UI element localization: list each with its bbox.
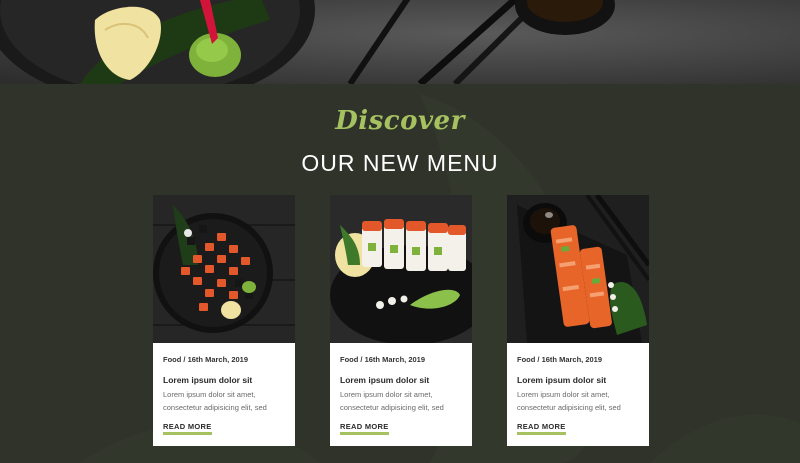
- card-image-sushi-platter[interactable]: [153, 195, 295, 343]
- card-title[interactable]: Lorem ipsum dolor sit: [163, 375, 286, 385]
- card-text: Lorem ipsum dolor sit amet, consectetur …: [517, 390, 621, 412]
- card-meta: Food / 16th March, 2019: [163, 355, 249, 364]
- card-title[interactable]: Lorem ipsum dolor sit: [340, 375, 463, 385]
- menu-card[interactable]: Food / 16th March, 2019 Lorem ipsum dolo…: [507, 195, 649, 446]
- menu-section: Discover OUR NEW MENU Food / 16th March,…: [0, 84, 800, 463]
- card-text: Lorem ipsum dolor sit amet, consectetur …: [340, 390, 444, 412]
- card-title[interactable]: Lorem ipsum dolor sit: [517, 375, 640, 385]
- section-script-title: Discover: [335, 106, 465, 136]
- hero-sushi-photo: [0, 0, 800, 84]
- card-image-sushi-rolls[interactable]: [330, 195, 472, 343]
- read-more-link[interactable]: READ MORE: [163, 422, 212, 435]
- read-more-link[interactable]: READ MORE: [340, 422, 389, 435]
- section-title: OUR NEW MENU: [301, 150, 499, 176]
- card-image-sushi-board[interactable]: [507, 195, 649, 343]
- card-meta: Food / 16th March, 2019: [340, 355, 426, 364]
- hero-banner-image: [0, 0, 800, 84]
- card-text: Lorem ipsum dolor sit amet, consectetur …: [163, 390, 267, 412]
- read-more-link[interactable]: READ MORE: [517, 422, 566, 435]
- menu-card[interactable]: Food / 16th March, 2019 Lorem ipsum dolo…: [153, 195, 295, 446]
- menu-card[interactable]: Food / 16th March, 2019 Lorem ipsum dolo…: [330, 195, 472, 446]
- card-meta: Food / 16th March, 2019: [517, 355, 603, 364]
